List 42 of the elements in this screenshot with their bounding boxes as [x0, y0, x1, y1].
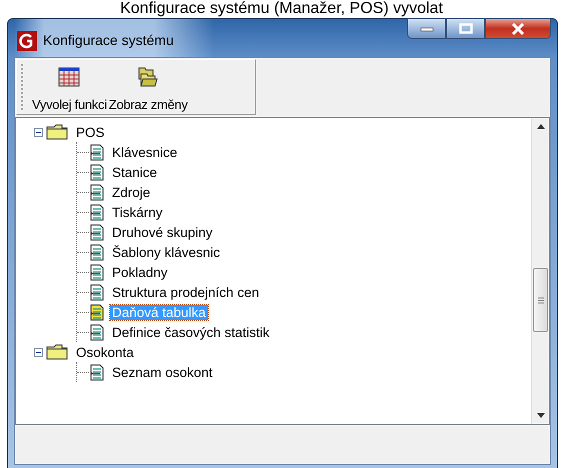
minimize-icon: [420, 26, 434, 32]
tree-item[interactable]: Stanice: [110, 164, 160, 180]
maximize-button[interactable]: [446, 18, 485, 39]
folder-icon: [46, 124, 68, 140]
tree-item[interactable]: Struktura prodejních cen: [110, 284, 262, 300]
document-icon: [90, 144, 104, 160]
tree-item[interactable]: Klávesnice: [110, 144, 180, 160]
calendar-icon: [58, 66, 80, 88]
document-icon: [90, 204, 104, 220]
tree-item[interactable]: Zdroje: [110, 184, 152, 200]
folder-icon: [46, 344, 68, 360]
scrollbar[interactable]: [531, 118, 549, 424]
tree-item[interactable]: Šablony klávesnic: [110, 244, 222, 260]
minimize-button[interactable]: [407, 18, 446, 39]
app-logo-icon: [17, 31, 37, 51]
close-button[interactable]: [485, 18, 551, 39]
tree-item[interactable]: Pokladny: [110, 264, 170, 280]
tree-item[interactable]: Druhové skupiny: [110, 224, 215, 240]
scroll-thumb[interactable]: [533, 268, 548, 332]
document-icon: [90, 244, 104, 260]
document-icon: [90, 324, 104, 340]
collapse-icon[interactable]: [34, 348, 43, 356]
folder-icon: [137, 66, 160, 88]
tree-item[interactable]: Osokonta: [74, 344, 136, 360]
tree-item[interactable]: Seznam osokont: [110, 364, 215, 380]
tree-item[interactable]: POS: [74, 124, 107, 140]
document-icon: [90, 284, 104, 300]
caption-text: Konfigurace systému (Manažer, POS) vyvolat: [119, 0, 444, 18]
document-icon: [90, 264, 104, 280]
maximize-icon: [458, 22, 472, 34]
tree-item[interactable]: Definice časových statistik: [110, 324, 272, 340]
tree-item[interactable]: Tiskárny: [110, 204, 165, 220]
window-title: Konfigurace systému: [43, 32, 175, 48]
close-icon: [510, 22, 526, 34]
toolbar-button[interactable]: Zobraz změny: [108, 60, 189, 114]
document-icon: [90, 364, 104, 380]
document-icon: [90, 184, 104, 200]
document-icon: [90, 164, 104, 180]
document-icon: [90, 304, 104, 320]
toolbar-button[interactable]: Vyvolej funkci: [31, 60, 108, 114]
collapse-icon[interactable]: [34, 128, 43, 136]
document-icon: [90, 224, 104, 240]
